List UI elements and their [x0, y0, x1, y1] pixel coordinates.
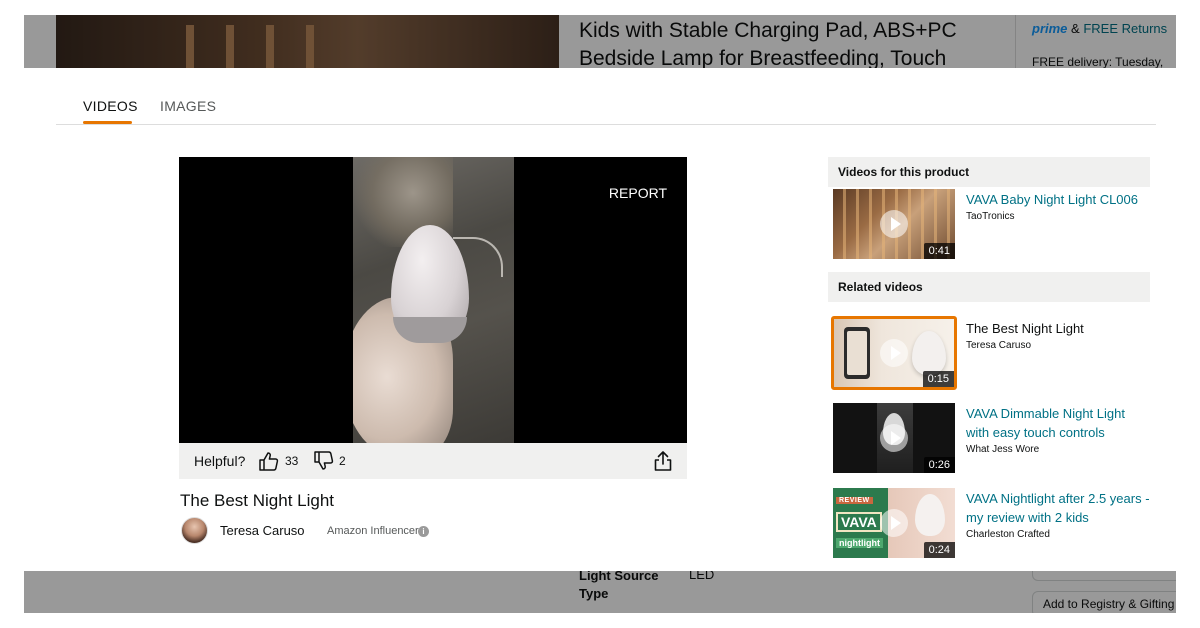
video-title-link[interactable]: VAVA Dimmable Night Light with easy touc…	[966, 404, 1151, 442]
video-frame	[353, 157, 514, 443]
video-author: What Jess Wore	[966, 444, 1040, 455]
video-thumbnail[interactable]: 0:26	[833, 403, 955, 473]
active-tab-indicator	[83, 121, 132, 124]
video-title: The Best Night Light	[180, 491, 335, 510]
play-icon	[880, 424, 908, 452]
helpful-label: Helpful?	[194, 453, 246, 469]
tab-images[interactable]: IMAGES	[160, 98, 216, 114]
video-thumbnail[interactable]: REVIEW VAVA nightlight 0:24	[833, 488, 955, 558]
video-title-link[interactable]: VAVA Nightlight after 2.5 years - my rev…	[966, 489, 1151, 527]
thumbs-down-count: 2	[339, 454, 346, 468]
share-icon[interactable]	[653, 450, 673, 472]
product-video-item[interactable]: 0:41 VAVA Baby Night Light CL006 TaoTron…	[831, 187, 1151, 263]
video-thumbnail[interactable]: 0:15	[831, 316, 957, 390]
video-title-text[interactable]: The Best Night Light	[966, 319, 1151, 338]
author-name-link[interactable]: Teresa Caruso	[220, 523, 305, 538]
video-modal-page: Kids with Stable Charging Pad, ABS+PC Be…	[0, 0, 1200, 628]
video-player[interactable]: REPORT	[179, 157, 687, 443]
product-videos-header: Videos for this product	[828, 157, 1150, 187]
video-duration: 0:41	[923, 243, 955, 259]
author-role-label: Amazon Influencer	[327, 525, 419, 537]
related-videos-header: Related videos	[828, 272, 1150, 302]
tab-videos[interactable]: VIDEOS	[83, 98, 138, 114]
thumbs-down-icon[interactable]	[313, 451, 335, 471]
video-duration: 0:15	[922, 371, 954, 387]
video-duration: 0:24	[923, 542, 955, 558]
play-icon	[880, 509, 908, 537]
related-video-item-selected[interactable]: 0:15 The Best Night Light Teresa Caruso	[831, 316, 1151, 392]
thumbnail-vava-tag: VAVA	[836, 512, 882, 532]
feedback-bar: Helpful? 33 2	[179, 443, 687, 479]
video-author: Charleston Crafted	[966, 529, 1050, 540]
video-author: Teresa Caruso	[966, 340, 1032, 351]
video-thumbnail[interactable]: 0:41	[833, 189, 955, 259]
thumbs-up-count: 33	[285, 454, 299, 468]
report-button[interactable]: REPORT	[609, 185, 667, 201]
media-tabs: VIDEOS IMAGES	[56, 90, 1156, 125]
play-icon	[880, 210, 908, 238]
video-duration: 0:26	[923, 457, 955, 473]
related-video-item[interactable]: 0:26 VAVA Dimmable Night Light with easy…	[831, 401, 1151, 477]
video-title-link[interactable]: VAVA Baby Night Light CL006	[966, 190, 1151, 209]
info-icon[interactable]: i	[418, 526, 429, 537]
avatar[interactable]	[181, 517, 208, 544]
thumbnail-nightlight-tag: nightlight	[836, 538, 883, 548]
thumbs-up-icon[interactable]	[258, 451, 280, 471]
background-page-top: Kids with Stable Charging Pad, ABS+PC Be…	[24, 15, 1176, 68]
background-page-bottom: Light Source Type LED Add to Registry & …	[24, 571, 1176, 613]
thumbnail-review-tag: REVIEW	[836, 497, 873, 504]
video-author: TaoTronics	[966, 211, 1015, 222]
play-icon	[880, 339, 908, 367]
related-video-item[interactable]: REVIEW VAVA nightlight 0:24 VAVA Nightli…	[831, 486, 1151, 562]
